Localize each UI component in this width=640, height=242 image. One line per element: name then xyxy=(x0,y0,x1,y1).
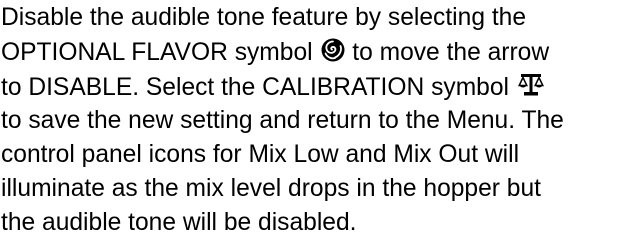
paragraph-line-5: control panel icons for Mix Low and Mix … xyxy=(1,141,520,168)
paragraph-line-6: illuminate as the mix level drops in the… xyxy=(1,175,541,202)
instruction-paragraph: Disable the audible tone feature by sele… xyxy=(1,2,635,240)
paragraph-line-2: OPTIONAL FLAVOR symbol to move the arrow xyxy=(1,34,635,70)
paragraph-line-1: Disable the audible tone feature by sele… xyxy=(1,4,527,31)
paragraph-line-2-text-end: to move the arrow xyxy=(345,39,550,66)
paragraph-line-2-text: OPTIONAL FLAVOR symbol xyxy=(1,39,320,66)
paragraph-line-3-text: to DISABLE. Select the CALIBRATION symbo… xyxy=(1,74,516,101)
calibration-icon xyxy=(517,73,544,97)
paragraph-line-3: to DISABLE. Select the CALIBRATION symbo… xyxy=(1,70,635,104)
optional-flavor-icon xyxy=(321,38,345,62)
paragraph-line-7: the audible tone will be disabled. xyxy=(1,209,357,236)
paragraph-line-4: to save the new setting and return to th… xyxy=(1,107,564,134)
